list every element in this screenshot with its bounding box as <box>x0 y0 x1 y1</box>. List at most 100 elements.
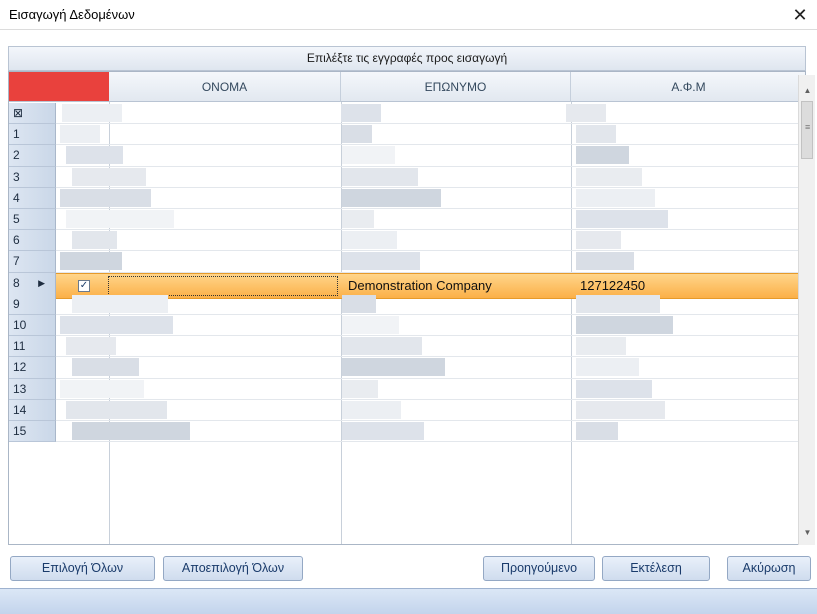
row-number: 9 <box>13 296 20 311</box>
table-row[interactable] <box>56 251 805 273</box>
row-number: 12 <box>13 360 27 375</box>
table-row[interactable] <box>56 188 805 209</box>
row-header[interactable]: 5 <box>9 209 56 231</box>
row-number: 15 <box>13 424 27 438</box>
row-number: 3 <box>13 169 20 184</box>
window-title: Εισαγωγή Δεδομένων <box>9 7 135 22</box>
row-header[interactable]: 13 <box>9 378 56 400</box>
blurred-cell-content <box>576 358 639 377</box>
blurred-cell-content <box>60 252 122 271</box>
table-row[interactable] <box>56 379 805 400</box>
table-row[interactable] <box>56 124 805 146</box>
grid-caption: Επιλέξτε τις εγγραφές προς εισαγωγή <box>8 46 806 71</box>
table-row[interactable] <box>56 294 805 315</box>
row-header[interactable]: 3 <box>9 166 56 188</box>
blurred-cell-content <box>72 358 139 377</box>
row-number: 2 <box>13 148 20 163</box>
blurred-cell-content <box>66 210 174 228</box>
row-header[interactable]: 12 <box>9 357 56 379</box>
row-number: 8 <box>13 275 20 290</box>
blurred-cell-content <box>342 146 395 165</box>
row-header[interactable]: 10 <box>9 315 56 337</box>
cancel-button[interactable]: Ακύρωση <box>727 556 811 581</box>
title-bar: Εισαγωγή Δεδομένων ✕ <box>0 0 817 30</box>
blurred-cell-content <box>342 422 424 440</box>
blurred-cell-content <box>72 231 117 250</box>
blurred-cell-content <box>342 231 397 250</box>
status-bar <box>0 588 817 614</box>
row-checkbox[interactable]: ✓ <box>78 279 90 292</box>
row-header[interactable]: 15 <box>9 421 56 443</box>
deselect-all-button[interactable]: Αποεπιλογή Όλων <box>163 556 303 581</box>
row-header[interactable]: 7 <box>9 251 56 273</box>
blurred-cell-content <box>342 252 420 271</box>
table-row[interactable] <box>56 421 805 443</box>
blurred-cell-content <box>66 400 167 419</box>
table-row[interactable] <box>56 357 805 379</box>
row-header[interactable]: 11 <box>9 336 56 358</box>
select-all-button[interactable]: Επιλογή Όλων <box>10 556 155 581</box>
grid-corner-cell[interactable] <box>9 72 109 102</box>
blurred-cell-content <box>60 316 173 334</box>
column-header-afm[interactable]: Α.Φ.Μ <box>571 72 805 102</box>
blurred-cell-content <box>66 146 123 165</box>
blurred-cell-content <box>576 316 673 334</box>
table-row[interactable] <box>56 145 805 167</box>
row-number: 10 <box>13 318 27 332</box>
blurred-cell-content <box>576 294 660 313</box>
table-row[interactable] <box>56 315 805 337</box>
button-bar: Επιλογή Όλων Αποεπιλογή Όλων Προηγούμενο… <box>0 546 817 588</box>
scroll-thumb[interactable]: ≡ <box>801 101 813 159</box>
scroll-down-icon[interactable]: ▼ <box>799 525 816 541</box>
blurred-cell-content <box>341 104 381 122</box>
execute-button[interactable]: Εκτέλεση <box>602 556 710 581</box>
blurred-cell-content <box>566 104 606 122</box>
column-header-onoma[interactable]: ΟΝΟΜΑ <box>109 72 341 102</box>
blurred-cell-content <box>342 294 376 313</box>
row-header[interactable]: 4 <box>9 187 56 209</box>
vertical-scrollbar[interactable]: ▲ ≡ ▼ <box>798 75 815 545</box>
row-number: 4 <box>13 190 20 205</box>
blurred-cell-content <box>576 422 618 440</box>
blurred-cell-content <box>576 146 629 165</box>
cell-onoma[interactable] <box>108 275 338 296</box>
row-number: 14 <box>13 402 27 417</box>
table-row[interactable] <box>56 230 805 252</box>
records-grid: ΟΝΟΜΑ ΕΠΩΝΥΜΟ Α.Φ.Μ ⊠ 1 2 3 4 5 6 7 8 ▶ ✓ Demonstra… <box>8 71 806 545</box>
blurred-cell-content <box>342 358 445 377</box>
filter-icon[interactable]: ⊠ <box>13 106 23 120</box>
current-row-arrow-icon: ▶ <box>38 277 45 288</box>
blurred-cell-content <box>342 337 422 356</box>
scroll-up-icon[interactable]: ▲ <box>799 83 816 99</box>
filter-row-header[interactable]: ⊠ <box>9 103 56 125</box>
row-header[interactable]: 2 <box>9 145 56 167</box>
table-row[interactable] <box>56 209 805 231</box>
blurred-cell-content <box>72 167 146 186</box>
table-row[interactable] <box>56 400 805 421</box>
table-row[interactable] <box>56 167 805 188</box>
blurred-cell-content <box>576 125 616 144</box>
column-header-eponymo[interactable]: ΕΠΩΝΥΜΟ <box>341 72 571 102</box>
grip-icon: ≡ <box>805 122 811 132</box>
blurred-cell-content <box>342 400 401 419</box>
blurred-cell-content <box>60 188 151 207</box>
blurred-cell-content <box>342 316 399 334</box>
row-header[interactable]: 6 <box>9 230 56 252</box>
blurred-cell-content <box>576 252 634 271</box>
blurred-cell-content <box>342 167 418 186</box>
blurred-cell-content <box>72 294 168 313</box>
close-icon[interactable]: ✕ <box>789 4 811 26</box>
row-number: 13 <box>13 381 27 396</box>
row-header[interactable]: 1 <box>9 124 56 146</box>
blurred-cell-content <box>576 400 665 419</box>
filter-row[interactable] <box>56 103 805 125</box>
row-header[interactable]: 14 <box>9 399 56 421</box>
row-header[interactable]: 9 <box>9 293 56 315</box>
table-row[interactable] <box>56 336 805 358</box>
blurred-cell-content <box>576 188 655 207</box>
row-number: 11 <box>13 339 26 354</box>
blurred-cell-content <box>342 125 372 144</box>
row-number: 7 <box>13 254 20 269</box>
row-number: 1 <box>13 127 20 142</box>
previous-button[interactable]: Προηγούμενο <box>483 556 595 581</box>
